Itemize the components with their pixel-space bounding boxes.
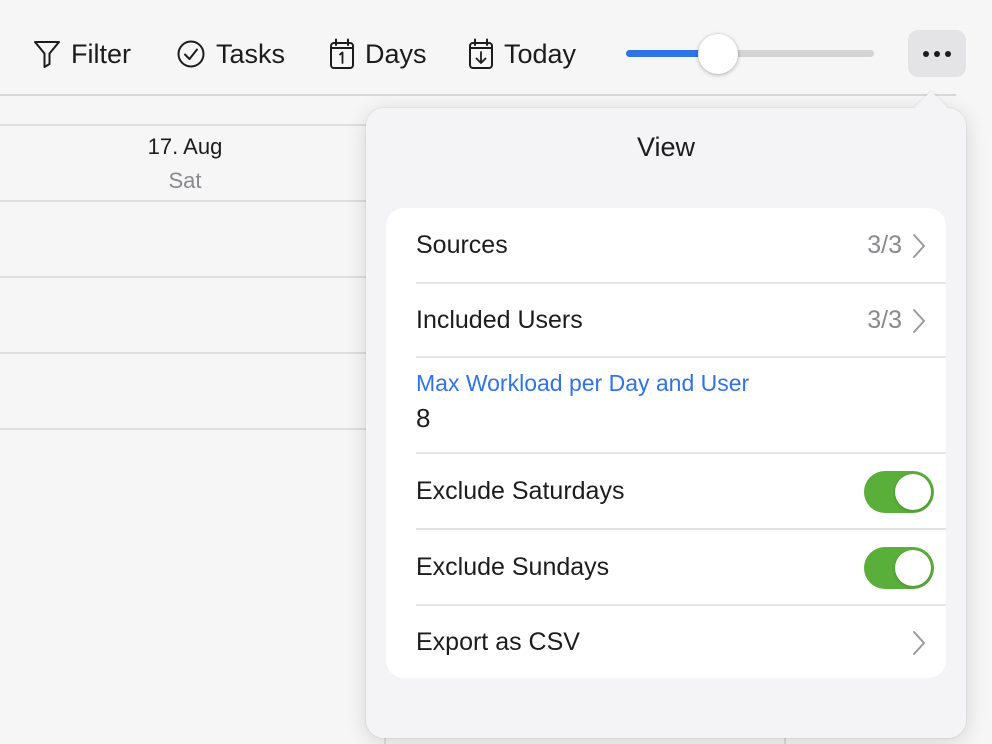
today-label: Today [504, 38, 577, 69]
calendar-row-divider [0, 428, 370, 430]
calendar-today-icon [468, 38, 494, 70]
today-button[interactable]: Today [468, 34, 576, 74]
ellipsis-icon [922, 45, 952, 63]
exclude-sundays-label: Exclude Sundays [416, 553, 610, 581]
filter-icon [33, 39, 61, 69]
view-options-group: Sources 3/3 Included Users 3/3 Max Workl… [386, 208, 946, 678]
toggle-knob [895, 549, 931, 586]
max-workload-field[interactable]: Max Workload per Day and User 8 [416, 356, 926, 452]
calendar-header-divider [0, 200, 370, 202]
more-options-button[interactable] [908, 30, 966, 77]
chevron-right-icon [912, 308, 946, 334]
zoom-slider-thumb[interactable] [697, 34, 738, 74]
toggle-knob [895, 473, 931, 510]
view-popover: View Sources 3/3 Included Users 3/3 Max … [366, 91, 966, 738]
included-users-row[interactable]: Included Users 3/3 [416, 283, 946, 358]
exclude-saturdays-toggle[interactable] [864, 470, 934, 513]
sources-row[interactable]: Sources 3/3 [416, 208, 946, 283]
calendar-row-divider [0, 352, 370, 354]
exclude-saturdays-label: Exclude Saturdays [416, 477, 625, 505]
popover-title: View [636, 132, 696, 162]
calendar-header-top-divider [0, 124, 370, 126]
max-workload-input[interactable]: 8 [416, 403, 430, 434]
toolbar: Filter Tasks Days Today [0, 0, 992, 96]
export-csv-row[interactable]: Export as CSV [416, 605, 946, 678]
chevron-right-icon [912, 630, 946, 656]
sources-label: Sources [416, 231, 508, 259]
checkmark-circle-icon [176, 39, 206, 69]
exclude-sundays-row: Exclude Sundays [416, 530, 946, 605]
exclude-saturdays-row: Exclude Saturdays [416, 454, 946, 529]
included-users-value: 3/3 [867, 306, 902, 334]
tasks-label: Tasks [216, 38, 286, 69]
exclude-sundays-toggle[interactable] [864, 546, 934, 589]
export-csv-label: Export as CSV [416, 628, 580, 656]
zoom-slider[interactable] [626, 32, 874, 76]
day-date-label: 17. Aug [147, 134, 223, 159]
tasks-button[interactable]: Tasks [176, 34, 285, 74]
max-workload-label: Max Workload per Day and User [416, 370, 750, 396]
days-label: Days [365, 38, 427, 69]
filter-label: Filter [71, 38, 131, 69]
filter-button[interactable]: Filter [33, 34, 131, 74]
calendar-day-icon [329, 38, 355, 70]
chevron-right-icon [912, 233, 946, 259]
calendar-row-divider [0, 276, 370, 278]
days-button[interactable]: Days [329, 34, 427, 74]
sources-value: 3/3 [867, 231, 902, 259]
included-users-label: Included Users [416, 306, 583, 334]
day-weekday-label: Sat [168, 168, 202, 193]
